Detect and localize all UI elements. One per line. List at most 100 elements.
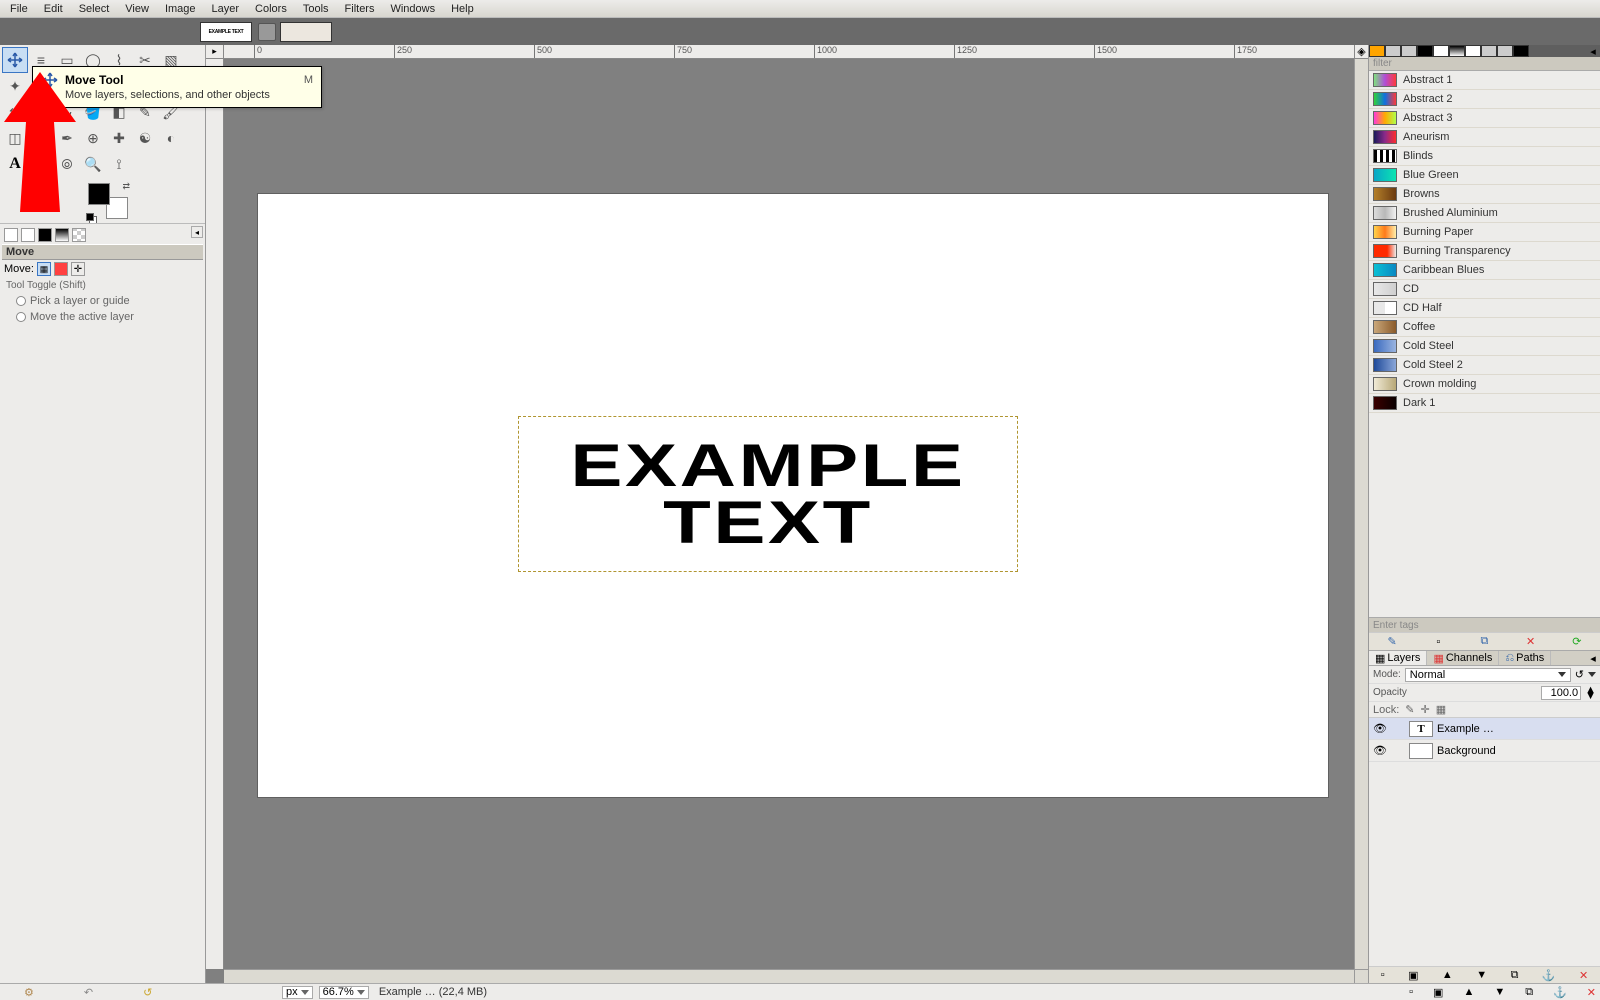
status-icon-3[interactable]: ▲ bbox=[1463, 986, 1474, 999]
radio-move-active[interactable]: Move the active layer bbox=[2, 309, 203, 325]
swap-colors-icon[interactable]: ⇄ bbox=[122, 181, 130, 192]
gradient-item[interactable]: Coffee bbox=[1369, 318, 1600, 337]
tab-channels[interactable]: ▦Channels bbox=[1427, 651, 1499, 665]
raise-layer-icon[interactable]: ▲ bbox=[1442, 969, 1453, 981]
scrollbar-horizontal[interactable] bbox=[224, 969, 1354, 983]
ruler-origin[interactable]: ▸ bbox=[206, 45, 224, 59]
new-layer-icon[interactable]: ▫ bbox=[1381, 969, 1385, 981]
clone-tool[interactable]: ⊕ bbox=[80, 125, 106, 151]
duplicate-gradient-icon[interactable]: ⧉ bbox=[1477, 635, 1491, 649]
gradient-item[interactable]: Dark 1 bbox=[1369, 394, 1600, 413]
reset-colors-icon[interactable] bbox=[86, 213, 94, 221]
layer-visibility-icon[interactable]: 👁 bbox=[1373, 744, 1387, 758]
tooloptions-menu-icon[interactable]: ◂ bbox=[191, 226, 203, 238]
heal-tool[interactable]: ✚ bbox=[106, 125, 132, 151]
dock-config-icon[interactable]: ◂ bbox=[1586, 45, 1600, 57]
status-icon-2[interactable]: ▣ bbox=[1433, 986, 1443, 999]
status-icon-7[interactable]: ✕ bbox=[1587, 986, 1596, 999]
gradient-item[interactable]: Abstract 2 bbox=[1369, 90, 1600, 109]
fuzzy-select-tool[interactable]: ✦ bbox=[2, 73, 28, 99]
gradient-item[interactable]: Browns bbox=[1369, 185, 1600, 204]
canvas[interactable]: EXAMPLETEXT bbox=[258, 194, 1328, 797]
lock-position-icon[interactable]: ✛ bbox=[1421, 703, 1430, 716]
canvas-viewport[interactable]: EXAMPLETEXT bbox=[224, 59, 1354, 969]
text-tool[interactable]: A bbox=[2, 151, 28, 177]
move-tool[interactable] bbox=[2, 47, 28, 73]
new-gradient-icon[interactable]: ▫ bbox=[1431, 635, 1445, 649]
gradient-item[interactable]: Brushed Aluminium bbox=[1369, 204, 1600, 223]
path-tool[interactable]: ✑ bbox=[28, 151, 54, 177]
anchor-layer-icon[interactable]: ⚓ bbox=[1542, 969, 1556, 982]
gradient-item[interactable]: Crown molding bbox=[1369, 375, 1600, 394]
status-icon-1[interactable]: ▫ bbox=[1409, 986, 1413, 999]
move-target-selection[interactable] bbox=[54, 262, 68, 276]
gradient-item[interactable]: CD Half bbox=[1369, 299, 1600, 318]
status-icon-6[interactable]: ⚓ bbox=[1553, 986, 1567, 999]
brush-preset-2[interactable] bbox=[21, 228, 35, 242]
smudge-tool[interactable]: ☯ bbox=[132, 125, 158, 151]
menu-tools[interactable]: Tools bbox=[297, 1, 335, 17]
dock-tab-2[interactable] bbox=[1385, 45, 1401, 57]
reset-tool-icon[interactable]: ↺ bbox=[143, 986, 152, 999]
menu-layer[interactable]: Layer bbox=[206, 1, 246, 17]
menu-colors[interactable]: Colors bbox=[249, 1, 293, 17]
thumb-close-1[interactable] bbox=[258, 23, 276, 41]
foreground-color[interactable] bbox=[88, 183, 110, 205]
undo-history-icon[interactable]: ↶ bbox=[84, 986, 93, 999]
scrollbar-vertical[interactable] bbox=[1354, 59, 1368, 969]
lower-layer-icon[interactable]: ▼ bbox=[1476, 969, 1487, 981]
menu-filters[interactable]: Filters bbox=[339, 1, 381, 17]
layer-group-icon[interactable]: ▣ bbox=[1408, 969, 1418, 982]
gradient-item[interactable]: Aneurism bbox=[1369, 128, 1600, 147]
image-thumb-2[interactable] bbox=[280, 22, 332, 42]
menu-windows[interactable]: Windows bbox=[384, 1, 441, 17]
menu-help[interactable]: Help bbox=[445, 1, 480, 17]
flip-tool[interactable]: ⇋ bbox=[2, 99, 28, 125]
ink-tool[interactable]: ✒ bbox=[54, 125, 80, 151]
dock-tab-8[interactable] bbox=[1481, 45, 1497, 57]
dock-tab-4[interactable] bbox=[1417, 45, 1433, 57]
dock-tab-7[interactable] bbox=[1465, 45, 1481, 57]
gradient-item[interactable]: Burning Paper bbox=[1369, 223, 1600, 242]
color-swatches[interactable]: ⇄ bbox=[88, 183, 128, 219]
measure-tool[interactable]: ⟟ bbox=[106, 151, 132, 177]
opacity-spinner[interactable]: ▲▼ bbox=[1585, 687, 1596, 699]
delete-gradient-icon[interactable]: ✕ bbox=[1524, 635, 1538, 649]
duplicate-layer-icon[interactable]: ⧉ bbox=[1511, 969, 1519, 982]
unit-select[interactable]: px bbox=[282, 986, 313, 999]
status-icon-4[interactable]: ▼ bbox=[1494, 986, 1505, 999]
move-target-layer[interactable]: ▦ bbox=[37, 262, 51, 276]
layer-visibility-icon[interactable]: 👁 bbox=[1373, 722, 1387, 736]
radio-pick-layer[interactable]: Pick a layer or guide bbox=[2, 293, 203, 309]
layer-row[interactable]: 👁Background bbox=[1369, 740, 1600, 762]
color-picker-tool[interactable]: ⦾ bbox=[54, 151, 80, 177]
gradient-item[interactable]: Cold Steel bbox=[1369, 337, 1600, 356]
lock-pixels-icon[interactable]: ✎ bbox=[1405, 703, 1414, 716]
edit-gradient-icon[interactable]: ✎ bbox=[1385, 635, 1399, 649]
tab-paths[interactable]: ⎌Paths bbox=[1499, 651, 1551, 665]
tags-input[interactable]: Enter tags bbox=[1369, 617, 1600, 632]
brush-preset-1[interactable] bbox=[4, 228, 18, 242]
text-layer-bounds[interactable]: EXAMPLETEXT bbox=[518, 416, 1018, 572]
delete-layer-icon[interactable]: ✕ bbox=[1579, 969, 1588, 982]
gradient-item[interactable]: Burning Transparency bbox=[1369, 242, 1600, 261]
ruler-vertical[interactable] bbox=[206, 59, 224, 969]
gradient-item[interactable]: Caribbean Blues bbox=[1369, 261, 1600, 280]
brush-preset-4[interactable] bbox=[55, 228, 69, 242]
brush-preset-5[interactable] bbox=[72, 228, 86, 242]
quick-nav-icon[interactable]: ◈ bbox=[1354, 45, 1368, 59]
gradient-item[interactable]: Blinds bbox=[1369, 147, 1600, 166]
opacity-input[interactable]: 100.0 bbox=[1541, 686, 1581, 700]
gradient-filter-input[interactable]: filter bbox=[1369, 57, 1600, 71]
status-icon-5[interactable]: ⧉ bbox=[1525, 986, 1533, 999]
image-thumb-1[interactable]: EXAMPLE TEXT bbox=[200, 22, 252, 42]
gradient-item[interactable]: Cold Steel 2 bbox=[1369, 356, 1600, 375]
lock-alpha-icon[interactable]: ▦ bbox=[1436, 703, 1446, 716]
menu-view[interactable]: View bbox=[119, 1, 155, 17]
mode-reset-icon[interactable]: ↺ bbox=[1575, 668, 1584, 681]
dock-tab-10[interactable] bbox=[1513, 45, 1529, 57]
dock-tab-1[interactable] bbox=[1369, 45, 1385, 57]
airbrush-tool[interactable]: ✈ bbox=[28, 125, 54, 151]
menu-edit[interactable]: Edit bbox=[38, 1, 69, 17]
wilber-icon[interactable]: ⚙ bbox=[24, 986, 34, 999]
